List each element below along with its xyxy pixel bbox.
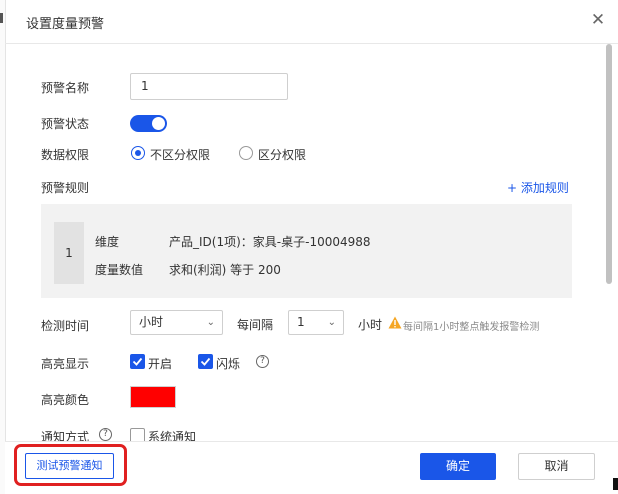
interval-label: 每间隔	[237, 318, 274, 332]
help-icon[interactable]: ?	[99, 428, 112, 441]
detect-time-label: 检测时间	[41, 319, 90, 333]
radio-label-permission-distinction[interactable]: 区分权限	[258, 146, 306, 163]
toggle-knob	[152, 117, 165, 130]
scrollbar-thumb[interactable]	[606, 44, 612, 284]
rule-dimension-value: 产品_ID(1项)：家具-桌子-10004988	[169, 235, 371, 249]
radio-no-permission-distinction[interactable]	[131, 146, 145, 160]
cancel-button[interactable]: 取消	[518, 453, 595, 480]
highlight-label: 高亮显示	[41, 357, 90, 371]
alert-status-toggle[interactable]	[130, 115, 167, 132]
interval-unit: 小时	[358, 318, 383, 332]
alert-status-label: 预警状态	[41, 117, 90, 131]
rule-measure-value: 求和(利润) 等于 200	[169, 263, 281, 277]
help-icon[interactable]: ?	[256, 355, 269, 368]
detect-unit-select[interactable]: 小时 ⌄	[130, 310, 223, 335]
warning-icon	[388, 316, 402, 329]
rule-card	[41, 204, 572, 298]
alert-name-label: 预警名称	[41, 81, 90, 95]
detect-unit-value: 小时	[139, 315, 164, 329]
rule-index: 1	[54, 222, 84, 284]
alert-name-input[interactable]: 1	[130, 73, 288, 100]
dialog-title: 设置度量预警	[26, 17, 105, 32]
close-icon[interactable]: ✕	[588, 10, 608, 30]
highlight-enable-checkbox[interactable]	[130, 354, 145, 369]
rule-measure-label: 度量数值	[95, 263, 144, 277]
annotation-highlight-box	[14, 444, 127, 486]
add-rule-link[interactable]: + 添加规则	[507, 179, 569, 196]
background-menu-icon	[0, 13, 3, 23]
highlight-color-label: 高亮颜色	[41, 393, 90, 407]
radio-permission-distinction[interactable]	[239, 146, 253, 160]
highlight-enable-label[interactable]: 开启	[148, 355, 172, 372]
highlight-blink-checkbox[interactable]	[198, 354, 213, 369]
highlight-color-swatch[interactable]	[130, 386, 176, 408]
interval-value: 1	[297, 315, 305, 329]
confirm-button[interactable]: 确定	[420, 453, 496, 480]
alert-rules-label: 预警规则	[41, 181, 90, 195]
interval-hint: 每间隔1小时整点触发报警检测	[403, 322, 540, 333]
background-edge-mark	[613, 478, 618, 490]
data-permission-label: 数据权限	[41, 148, 90, 162]
interval-select[interactable]: 1 ⌄	[288, 310, 344, 335]
radio-label-no-permission-distinction[interactable]: 不区分权限	[150, 146, 210, 163]
chevron-down-icon: ⌄	[206, 317, 215, 328]
rule-dimension-label: 维度	[95, 235, 120, 249]
chevron-down-icon: ⌄	[327, 317, 336, 328]
highlight-blink-label[interactable]: 闪烁	[216, 355, 240, 372]
